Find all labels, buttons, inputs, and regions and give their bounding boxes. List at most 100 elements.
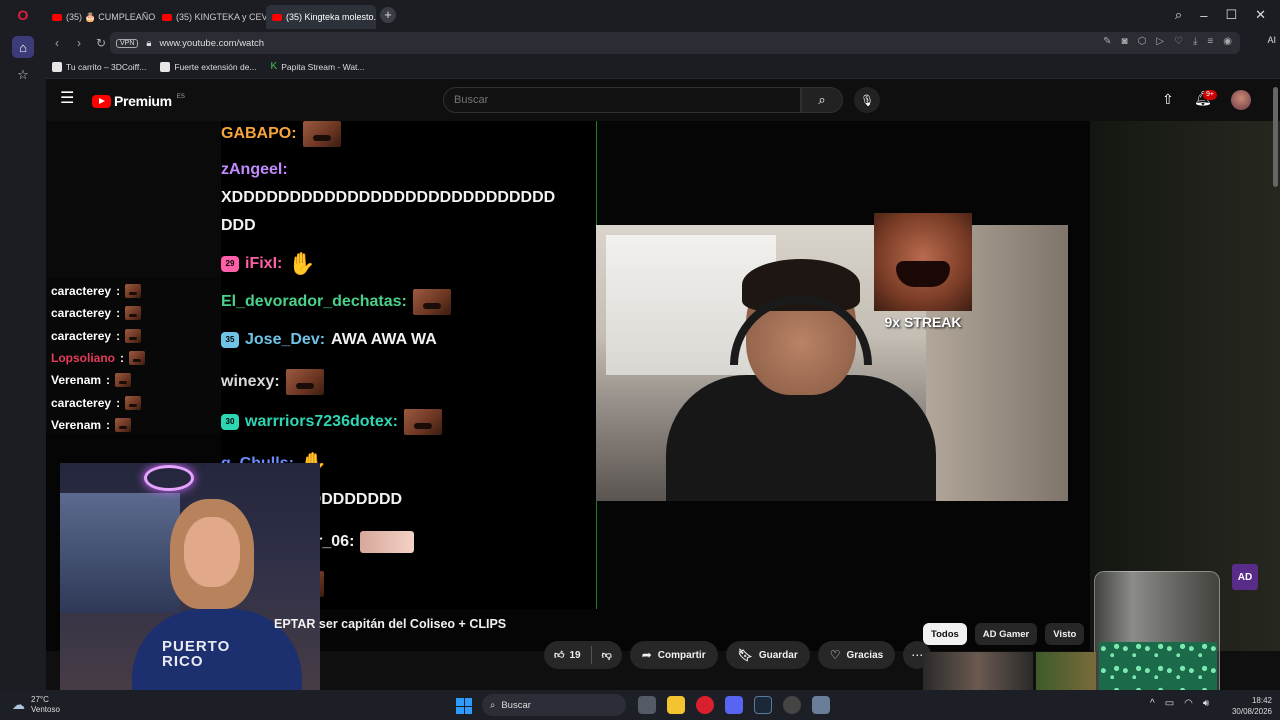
new-tab-button[interactable]: +	[380, 7, 396, 23]
play-icon[interactable]: ▷	[1156, 36, 1164, 47]
taskbar-search[interactable]: ⌕ Buscar	[482, 694, 626, 716]
like-dislike-group: 👍︎ 19 👎︎	[544, 641, 622, 669]
thanks-button[interactable]: ♡ Gracias	[817, 641, 896, 669]
like-count: 19	[569, 649, 581, 661]
like-button[interactable]: 👍︎ 19	[544, 641, 591, 669]
voice-search-button[interactable]: 🎙︎	[854, 87, 880, 113]
task-view-icon[interactable]	[638, 696, 656, 714]
bookmark-favicon-icon	[160, 62, 171, 72]
chat-badge-icon: 30	[221, 414, 239, 430]
browser-tab-2[interactable]: (35) KINGTEKA y CEVICHE...	[156, 5, 266, 29]
thumbs-down-icon: 👎︎	[601, 650, 612, 661]
chip-visto[interactable]: Visto	[1045, 623, 1085, 645]
vpn-badge[interactable]: VPN	[116, 38, 139, 48]
tray-chevron-icon[interactable]: ^	[1150, 698, 1155, 709]
forward-icon[interactable]: ›	[68, 36, 90, 50]
bookmark-icon: 🔖︎	[737, 648, 753, 662]
page-scrollbar[interactable]	[1273, 87, 1278, 187]
avatar[interactable]	[1231, 90, 1251, 110]
chat-username: Jose_Dev:	[245, 331, 326, 348]
streak-text: 9x STREAK	[884, 314, 962, 330]
browser-tab-1[interactable]: (35) 🎂 CUMPLEAÑOS FE...	[46, 5, 156, 29]
share-icon: ➦	[641, 648, 652, 662]
taskbar-clock[interactable]: 18:42 30/08/2026	[1226, 695, 1272, 717]
related-thumbnail[interactable]	[923, 652, 1033, 690]
overlay-chat-message: Lopsoliano:	[51, 350, 145, 365]
windows-start-icon[interactable]	[456, 698, 472, 714]
edit-icon[interactable]: ✎	[1103, 36, 1111, 47]
save-button[interactable]: 🔖︎ Guardar	[725, 641, 810, 669]
share-button[interactable]: ➦ Compartir	[629, 641, 718, 669]
related-thumbnail[interactable]	[1036, 652, 1096, 690]
overlay-chat-username: Lopsoliano	[51, 350, 115, 365]
settings-icon[interactable]	[812, 696, 830, 714]
chat-username: zAngeel:	[221, 161, 288, 178]
chat-message: XDDDDDDDDDDDDDDDDDDDDDDDDDDDD	[221, 189, 555, 207]
weather-condition: Ventoso	[31, 705, 60, 714]
opera-icon[interactable]	[696, 696, 714, 714]
bookmark-label: Fuerte extensión de...	[174, 62, 257, 72]
chat-emote-icon	[302, 121, 341, 147]
steam-icon[interactable]	[754, 696, 772, 714]
overlay-chat-separator: :	[106, 417, 111, 432]
browser-tab-bar: O (35) 🎂 CUMPLEAÑOS FE... (35) KINGTEKA …	[0, 0, 1280, 30]
profile-icon[interactable]: ◉	[1223, 36, 1232, 47]
search-button[interactable]: ⌕	[801, 87, 843, 113]
dislike-button[interactable]: 👎︎	[592, 641, 622, 669]
wifi-icon[interactable]: ◠	[1184, 698, 1193, 709]
chip-ad-gamer[interactable]: AD Gamer	[974, 623, 1038, 645]
taskbar-apps	[638, 696, 830, 714]
bookmark-1[interactable]: Tu carrito – 3DCoiff...	[52, 62, 146, 72]
minimize-icon[interactable]: –	[1200, 8, 1207, 23]
home-icon[interactable]: ⌂	[12, 36, 34, 58]
search-input[interactable]	[454, 94, 800, 106]
browser-tab-3-active[interactable]: (35) Kingteka molesto...	[266, 5, 376, 29]
download-icon[interactable]: ⤓	[1193, 36, 1197, 47]
reload-icon[interactable]: ↻	[90, 36, 112, 50]
youtube-logo[interactable]: Premium ES	[92, 93, 185, 109]
file-explorer-icon[interactable]	[667, 696, 685, 714]
hamburger-menu-icon[interactable]: ☰	[60, 91, 74, 107]
ai-button[interactable]: AI	[1267, 35, 1276, 45]
overlay-chat-message: Verenam:	[51, 373, 132, 388]
search-icon: ⌕	[818, 92, 826, 107]
chat-emote-icon	[125, 284, 142, 298]
weather-widget[interactable]: ☁ 27°C Ventoso	[12, 695, 60, 715]
address-bar: ‹ › ↻ VPN 🔒︎ www.youtube.com/watch ✎ ◙ ⬡…	[46, 30, 1280, 56]
cup-overlay	[1094, 571, 1220, 690]
close-icon[interactable]: ✕	[1255, 7, 1266, 23]
webcam-overlay: PUERTO RICO	[60, 463, 320, 690]
opera-logo-icon[interactable]: O	[0, 0, 46, 30]
upload-icon[interactable]: ⇧	[1162, 91, 1174, 108]
camera-icon[interactable]: ◙	[1122, 36, 1128, 47]
bookmark-3[interactable]: K Papita Stream - Wat...	[271, 62, 365, 73]
star-icon[interactable]: ☆	[12, 64, 34, 86]
volume-icon[interactable]: 🔊︎	[1203, 698, 1209, 709]
overlay-chat-username: caracterey	[51, 395, 112, 410]
chip-todos[interactable]: Todos	[923, 623, 967, 645]
shield-icon[interactable]: ⬡	[1138, 36, 1147, 47]
menu-icon[interactable]: ≡	[1207, 36, 1213, 47]
overlay-chat-separator: :	[106, 373, 111, 388]
overlay-chat-separator: :	[116, 284, 121, 298]
network-icon[interactable]: ▭	[1165, 698, 1174, 709]
back-icon[interactable]: ‹	[46, 36, 68, 50]
temperature: 27°C	[31, 695, 49, 704]
discord-icon[interactable]	[725, 696, 743, 714]
notifications-badge: 9+	[1203, 90, 1217, 100]
app-icon[interactable]	[783, 696, 801, 714]
overlay-chat-list: caracterey: caracterey: caracterey: Lopsoli…	[46, 279, 221, 434]
bookmark-2[interactable]: Fuerte extensión de...	[160, 62, 257, 72]
url-field[interactable]: VPN 🔒︎ www.youtube.com/watch ✎ ◙ ⬡ ▷ ♡ ⤓…	[110, 32, 1240, 54]
chat-emote-icon	[412, 289, 451, 315]
clock-time: 18:42	[1251, 696, 1272, 705]
more-icon: ⋯	[911, 648, 924, 662]
maximize-icon[interactable]: ☐	[1225, 7, 1237, 23]
heart-icon[interactable]: ♡	[1174, 36, 1183, 47]
video-player[interactable]: GABAPO: zAngeel: XDDDDDDDDDDDDDDDDDDDDDDDD…	[46, 121, 1280, 690]
youtube-favicon-icon	[162, 13, 172, 21]
search-tabs-icon[interactable]: ⌕	[1175, 7, 1182, 23]
chat-username: warrriors7236dotex:	[245, 413, 398, 430]
url-tools: ✎ ◙ ⬡ ▷ ♡ ⤓ ≡ ◉	[1103, 36, 1232, 47]
tab-label: (35) Kingteka molesto...	[286, 12, 376, 22]
